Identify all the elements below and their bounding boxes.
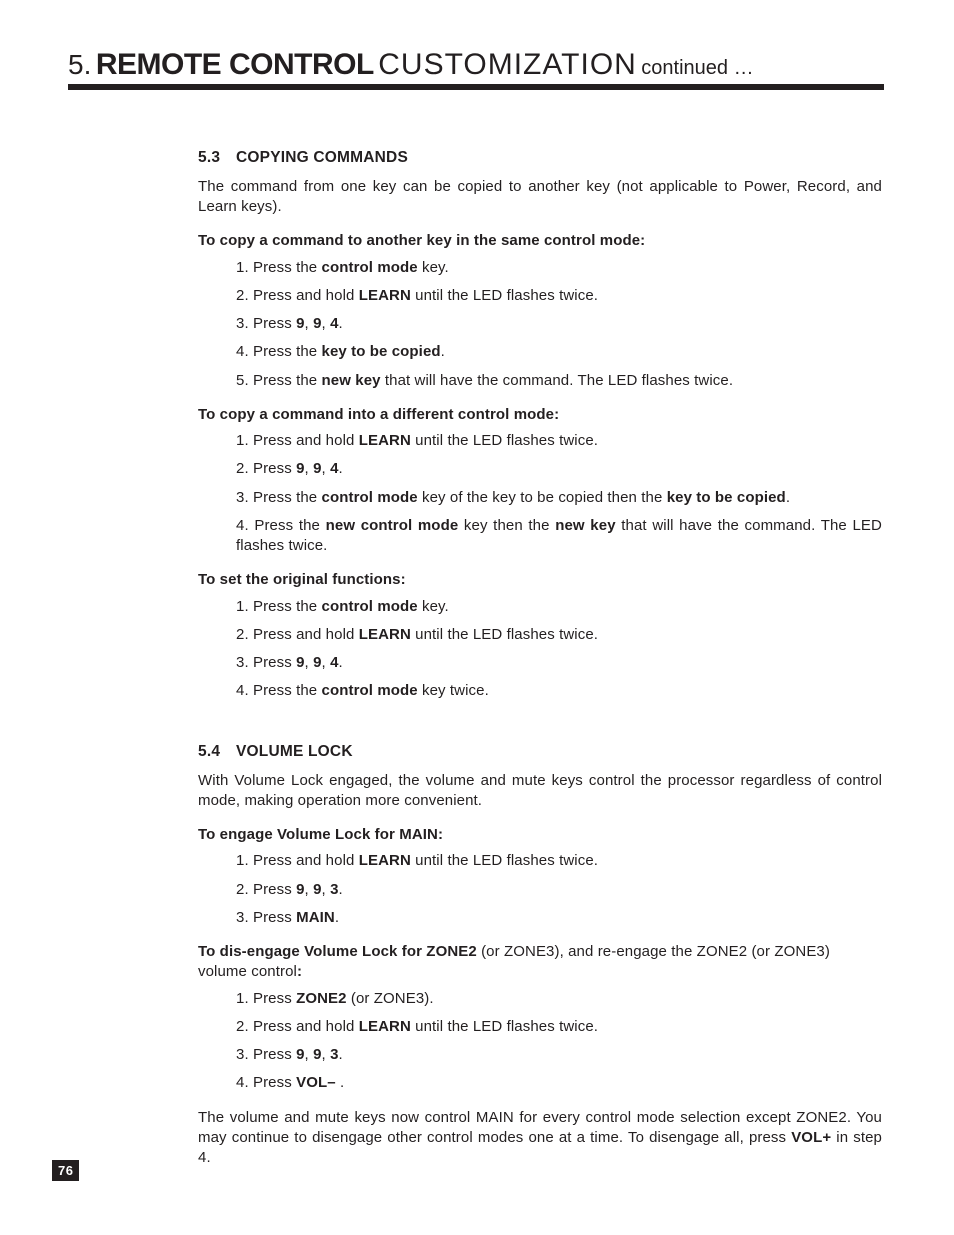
heading-text: VOLUME LOCK	[236, 743, 353, 760]
step: 2. Press 9, 9, 4.	[236, 459, 882, 479]
step: 2. Press and hold LEARN until the LED fl…	[236, 286, 882, 306]
paragraph: The command from one key can be copied t…	[198, 177, 882, 218]
section-header: 5. REMOTE CONTROL CUSTOMIZATION continue…	[68, 48, 884, 90]
step: 4. Press VOL– .	[236, 1073, 882, 1093]
step-list: 1. Press the control mode key. 2. Press …	[198, 597, 882, 702]
heading-number: 5.3	[198, 148, 236, 169]
step: 3. Press 9, 9, 4.	[236, 653, 882, 673]
heading-number: 5.4	[198, 742, 236, 763]
step: 2. Press and hold LEARN until the LED fl…	[236, 1017, 882, 1037]
header-continued: continued …	[641, 57, 753, 79]
header-title-bold: REMOTE CONTROL	[96, 48, 374, 81]
step-list: 1. Press and hold LEARN until the LED fl…	[198, 851, 882, 928]
step: 1. Press and hold LEARN until the LED fl…	[236, 431, 882, 451]
step: 1. Press and hold LEARN until the LED fl…	[236, 851, 882, 871]
paragraph: With Volume Lock engaged, the volume and…	[198, 771, 882, 812]
step: 3. Press 9, 9, 3.	[236, 1045, 882, 1065]
step: 4. Press the new control mode key then t…	[236, 516, 882, 557]
step-list: 1. Press the control mode key. 2. Press …	[198, 258, 882, 391]
step: 1. Press the control mode key.	[236, 597, 882, 617]
step: 2. Press and hold LEARN until the LED fl…	[236, 625, 882, 645]
heading-text: COPYING COMMANDS	[236, 149, 408, 166]
step: 3. Press 9, 9, 4.	[236, 314, 882, 334]
subheading: To copy a command to another key in the …	[198, 231, 882, 251]
step: 3. Press MAIN.	[236, 908, 882, 928]
subheading: To engage Volume Lock for MAIN:	[198, 825, 882, 845]
step: 5. Press the new key that will have the …	[236, 371, 882, 391]
page-number: 76	[52, 1160, 79, 1181]
step: 4. Press the control mode key twice.	[236, 681, 882, 701]
step: 2. Press 9, 9, 3.	[236, 880, 882, 900]
paragraph: The volume and mute keys now control MAI…	[198, 1108, 882, 1169]
header-section-number: 5.	[68, 49, 91, 80]
subheading: To copy a command into a different contr…	[198, 405, 882, 425]
header-title-light: CUSTOMIZATION	[378, 48, 637, 81]
step-list: 1. Press and hold LEARN until the LED fl…	[198, 431, 882, 556]
step: 1. Press ZONE2 (or ZONE3).	[236, 989, 882, 1009]
heading-5-4: 5.4VOLUME LOCK	[198, 742, 882, 763]
step: 4. Press the key to be copied.	[236, 342, 882, 362]
page: 5. REMOTE CONTROL CUSTOMIZATION continue…	[0, 0, 954, 1235]
step: 3. Press the control mode key of the key…	[236, 488, 882, 508]
content: 5.3COPYING COMMANDS The command from one…	[198, 148, 882, 1168]
subheading: To dis-engage Volume Lock for ZONE2 (or …	[198, 942, 882, 983]
heading-5-3: 5.3COPYING COMMANDS	[198, 148, 882, 169]
step-list: 1. Press ZONE2 (or ZONE3). 2. Press and …	[198, 989, 882, 1094]
step: 1. Press the control mode key.	[236, 258, 882, 278]
subheading: To set the original functions:	[198, 570, 882, 590]
